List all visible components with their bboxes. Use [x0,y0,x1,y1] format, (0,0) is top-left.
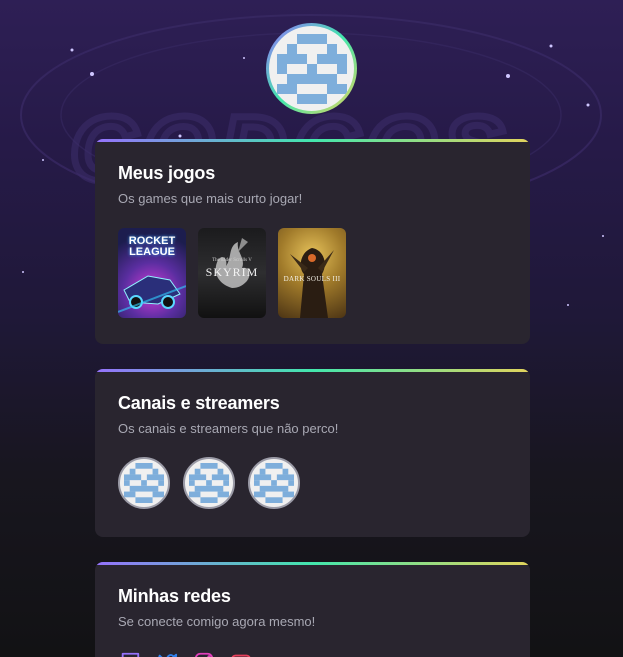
instagram-link[interactable] [192,650,216,657]
games-card: Meus jogos Os games que mais curto jogar… [95,139,530,344]
identicon-avatar-icon [189,463,229,503]
instagram-icon [194,652,214,657]
game-cover-rocket-league[interactable]: ROCKET LEAGUE [118,228,186,318]
streamers-subtitle: Os canais e streamers que não perco! [118,421,339,436]
twitch-link[interactable] [118,650,142,657]
social-subtitle: Se conecte comigo agora mesmo! [118,614,316,629]
streamers-card: Canais e streamers Os canais e streamers… [95,369,530,537]
twitch-icon [121,652,140,657]
social-title: Minhas redes [118,586,231,606]
streamer-avatar[interactable] [183,457,235,509]
games-list: ROCKET LEAGUE The Elder Scrolls V SKYRIM… [118,228,507,318]
skyrim-title: SKYRIM [205,265,259,279]
profile-avatar [266,23,357,114]
youtube-link[interactable] [229,650,253,657]
streamers-title: Canais e streamers [118,393,280,413]
social-card: Minhas redes Se conecte comigo agora mes… [95,562,530,657]
dark-souls-cover [290,248,334,318]
games-title: Meus jogos [118,163,216,183]
rocket-league-title: ROCKET LEAGUE [128,235,176,258]
game-cover-dark-souls[interactable]: DARK SOULS III [278,228,346,318]
dark-souls-title: DARK SOULS III [283,275,341,283]
identicon-avatar-icon [276,33,347,104]
streamers-list [118,457,507,509]
streamer-avatar[interactable] [118,457,170,509]
skyrim-subtitle: The Elder Scrolls V [212,258,252,263]
streamer-avatar[interactable] [248,457,300,509]
twitter-link[interactable] [155,650,179,657]
social-links [118,650,507,657]
games-subtitle: Os games que mais curto jogar! [118,191,303,206]
identicon-avatar-icon [254,463,294,503]
game-cover-skyrim[interactable]: The Elder Scrolls V SKYRIM [198,228,266,318]
twitter-icon [158,653,178,657]
identicon-avatar-icon [124,463,164,503]
youtube-icon [231,654,251,657]
